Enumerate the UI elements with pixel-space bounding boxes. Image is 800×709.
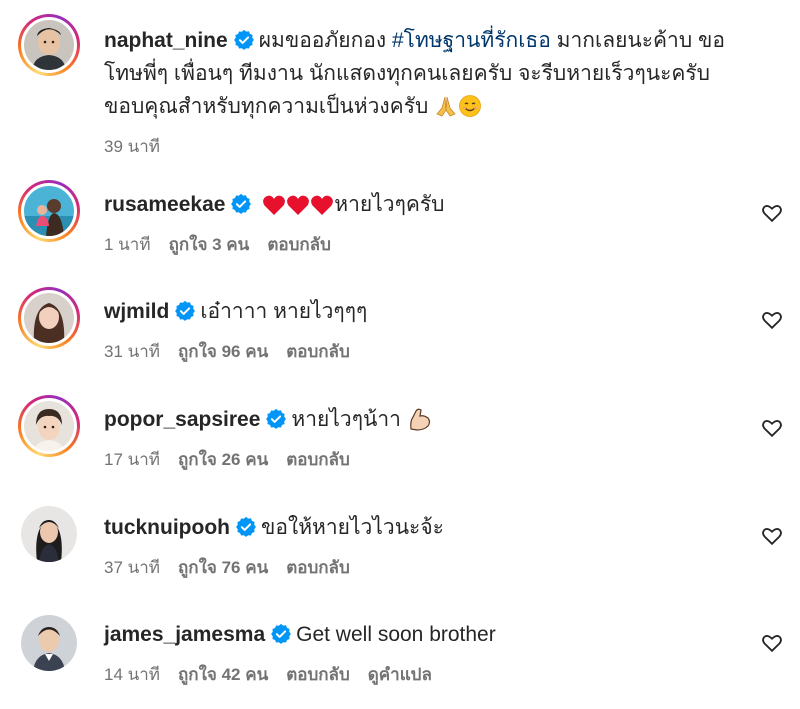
reply-button[interactable]: ตอบกลับ — [286, 665, 350, 684]
likes-count[interactable]: ถูกใจ 96 คน — [178, 342, 268, 361]
avatar[interactable] — [18, 287, 80, 349]
heart-outline-icon[interactable] — [761, 309, 783, 331]
likes-count[interactable]: ถูกใจ 26 คน — [178, 450, 268, 469]
timestamp[interactable]: 39 นาที — [104, 137, 160, 156]
heart-outline-icon[interactable] — [761, 417, 783, 439]
caption-text: ขอบคุณสำหรับทุกความเป็นห่วงครับ — [104, 95, 429, 118]
avatar[interactable] — [18, 395, 80, 457]
username[interactable]: wjmild — [104, 300, 169, 323]
username[interactable]: tucknuipooh — [104, 516, 230, 539]
username[interactable]: popor_sapsiree — [104, 408, 260, 431]
username[interactable]: rusameekae — [104, 193, 225, 216]
timestamp[interactable]: 31 นาที — [104, 342, 160, 361]
red-heart-emoji — [311, 195, 334, 215]
avatar[interactable] — [18, 14, 80, 76]
avatar[interactable] — [21, 615, 77, 671]
username[interactable]: naphat_nine — [104, 29, 228, 52]
timestamp[interactable]: 14 นาที — [104, 665, 160, 684]
comment-text: หายไวๆน้าา — [291, 408, 401, 431]
caption-text: โทษพี่ๆ เพื่อนๆ ทีมงาน นักแสดงทุกคนเลยคร… — [104, 62, 711, 85]
timestamp[interactable]: 17 นาที — [104, 450, 160, 469]
red-heart-emoji — [263, 195, 286, 215]
heart-outline-icon[interactable] — [761, 525, 783, 547]
heart-outline-icon[interactable] — [761, 632, 783, 654]
likes-count[interactable]: ถูกใจ 42 คน — [178, 665, 268, 684]
comment-text: ขอให้หายไวไวนะจ้ะ — [260, 516, 444, 539]
caption-text: มากเลยนะค้าบ ขอ — [556, 29, 725, 52]
username[interactable]: james_jamesma — [104, 623, 265, 646]
comment-text: เอ๋าาาา หายไวๆๆๆ — [200, 300, 368, 323]
timestamp[interactable]: 1 นาที — [104, 235, 151, 254]
verified-badge-icon — [271, 623, 292, 644]
timestamp[interactable]: 37 นาที — [104, 558, 160, 577]
reply-button[interactable]: ตอบกลับ — [286, 558, 350, 577]
reply-button[interactable]: ตอบกลับ — [267, 235, 331, 254]
verified-badge-icon — [236, 516, 256, 537]
avatar[interactable] — [21, 506, 77, 562]
caption-text: ผมขออภัยกอง — [258, 29, 387, 52]
folded-hands-emoji — [436, 96, 456, 117]
hashtag-link[interactable]: #โทษฐานที่รักเธอ — [392, 29, 551, 52]
red-heart-emoji — [287, 195, 310, 215]
avatar[interactable] — [18, 180, 80, 242]
comments-panel: naphat_nine ผมขออภัยกอง #โทษฐานที่รักเธอ … — [0, 0, 800, 709]
flexed-biceps-emoji — [409, 408, 430, 431]
reply-button[interactable]: ตอบกลับ — [286, 342, 350, 361]
smiling-face-emoji — [459, 95, 482, 117]
heart-outline-icon[interactable] — [761, 202, 783, 224]
see-translation-button[interactable]: ดูคำแปล — [368, 665, 432, 684]
verified-badge-icon — [175, 300, 196, 321]
comment-text: Get well soon brother — [296, 623, 496, 646]
comment-text: หายไวๆครับ — [334, 193, 445, 216]
verified-badge-icon — [266, 408, 287, 429]
verified-badge-icon — [233, 29, 254, 50]
reply-button[interactable]: ตอบกลับ — [286, 450, 350, 469]
likes-count[interactable]: ถูกใจ 3 คน — [169, 235, 250, 254]
verified-badge-icon — [231, 193, 252, 214]
likes-count[interactable]: ถูกใจ 76 คน — [178, 558, 268, 577]
